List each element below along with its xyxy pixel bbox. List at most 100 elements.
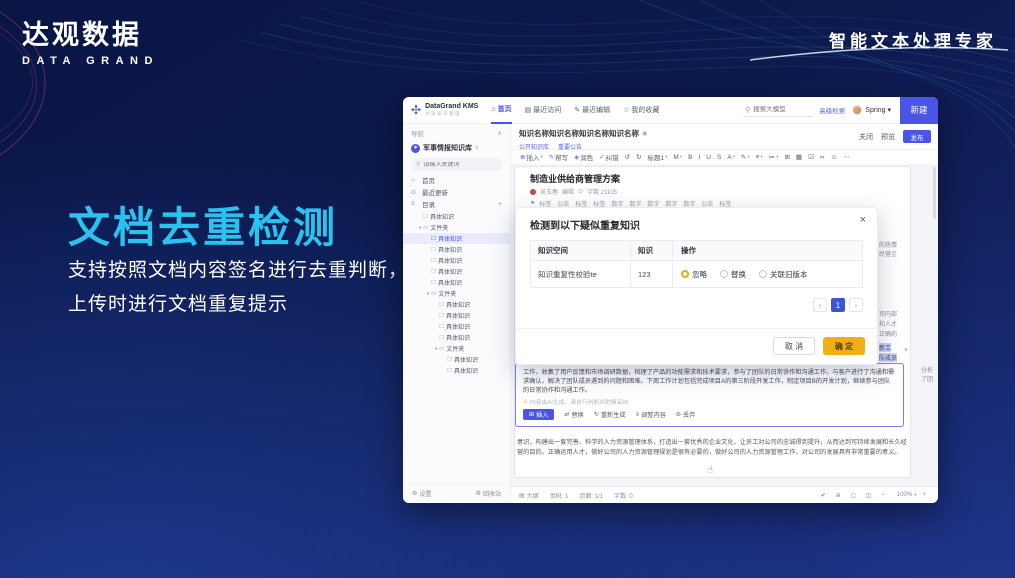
ai-regenerate-button[interactable]: ↻ 重新生成 <box>594 410 626 419</box>
side-recent-updates[interactable]: ⊙ 最近更新 <box>403 186 510 198</box>
panel-close-icon[interactable]: × <box>904 347 908 354</box>
print-icon[interactable]: ⊕ <box>836 492 845 499</box>
emoji-icon[interactable]: ☺ <box>831 154 838 161</box>
tree-item[interactable]: 具体知识 <box>403 310 510 321</box>
strikethrough-icon[interactable]: S <box>717 154 721 161</box>
redo-icon[interactable]: ↻ <box>636 153 641 161</box>
advanced-search-link[interactable]: 高级检索 <box>819 105 845 115</box>
create-new-button[interactable]: 新建 <box>900 97 938 124</box>
confirm-button[interactable]: 确 定 <box>823 337 865 355</box>
sidebar-menu: ⌂ 首页 ⊙ 最近更新 ≡ 目录 + <box>403 174 510 210</box>
settings-button[interactable]: ⚙ 设置 <box>412 489 431 498</box>
tree-node-icon <box>431 247 436 253</box>
page-count[interactable]: 页面: 1/1 <box>577 491 603 500</box>
ai-write-button[interactable]: ✎ 帮写 <box>549 152 568 162</box>
proofread-button[interactable]: ✓ 纠错 <box>599 152 618 162</box>
heading-select[interactable]: 标题1 ▾ <box>648 152 668 162</box>
prev-page-button[interactable]: ‹ <box>813 298 827 312</box>
next-page-button[interactable]: › <box>849 298 863 312</box>
action-radio[interactable]: 替换 <box>720 269 746 280</box>
checkbox-icon[interactable]: ☑ <box>808 153 814 161</box>
recycle-bin-button[interactable]: ♻ 回收站 <box>476 489 501 498</box>
bullet-list-icon[interactable]: ≡ ▾ <box>756 154 763 161</box>
table-icon[interactable]: ⊞ <box>784 153 789 161</box>
bold-icon[interactable]: B <box>688 154 692 161</box>
tree-item[interactable]: 具体知识 <box>403 211 510 222</box>
cancel-button[interactable]: 取 消 <box>773 337 815 355</box>
document-actions: 关闭 预览 发布 <box>859 130 931 143</box>
highlight-icon[interactable]: ✎ ▾ <box>741 153 750 161</box>
page-number[interactable]: 页码: 1 <box>548 491 569 500</box>
font-color-icon[interactable]: A ▾ <box>727 154 735 161</box>
datagrand-logo: 达观数据 DATA GRAND <box>22 13 159 67</box>
tree-item[interactable]: 具体知识 <box>403 244 510 255</box>
tree-item[interactable]: 文件夹 <box>403 288 510 299</box>
highlighted-text: 队成员 <box>879 353 898 362</box>
ai-insert-button[interactable]: ⊞ 插入 <box>523 409 555 420</box>
collapse-sidebar-icon[interactable]: ∧ <box>497 129 502 137</box>
global-search-input[interactable] <box>753 106 812 113</box>
nav-favorites[interactable]: ☆ 我的收藏 <box>623 97 659 124</box>
page-1-button[interactable]: 1 <box>831 298 845 312</box>
sidebar-header: 导航 ∧ <box>403 124 510 140</box>
tree-node-icon <box>439 313 444 319</box>
global-search: ⚲ <box>743 104 814 117</box>
ai-adjust-button[interactable]: ≡ 调整内容 <box>636 410 666 420</box>
add-icon[interactable]: + <box>498 201 502 208</box>
save-status-icon[interactable]: ✔ <box>821 492 830 499</box>
tree-item[interactable]: 具体知识 <box>403 332 510 343</box>
fit-width-icon[interactable]: ◻ <box>851 492 860 499</box>
sidebar-search-input[interactable] <box>423 161 494 168</box>
tree-item[interactable]: 具体知识 <box>403 266 510 277</box>
preview-button[interactable]: 预览 <box>881 132 895 142</box>
image-icon[interactable]: ▦ <box>796 153 802 161</box>
tree-item[interactable]: 文件夹 <box>403 343 510 354</box>
tree-item[interactable]: 具体知识 <box>403 354 510 365</box>
link-icon[interactable]: ∞ <box>820 154 825 161</box>
knowledge-base-switcher[interactable]: ❖ 军事情报知识库 ∨ <box>403 140 510 156</box>
clipped-text: 和人才 <box>879 322 898 328</box>
scrollbar[interactable] <box>933 167 936 219</box>
outline-toggle[interactable]: ▤ 大纲 <box>519 491 539 500</box>
underline-icon[interactable]: U <box>706 154 711 161</box>
word-count[interactable]: 字数: 0 <box>612 491 633 500</box>
polish-button[interactable]: ◈ 润色 <box>574 152 593 162</box>
tree-item[interactable]: 具体知识 <box>403 255 510 266</box>
search-icon: ⚲ <box>416 162 421 168</box>
publish-button[interactable]: 发布 <box>903 130 931 143</box>
ordered-list-icon[interactable]: ≔ ▾ <box>769 153 779 161</box>
zoom-in-icon[interactable]: + <box>922 492 930 498</box>
close-doc-button[interactable]: 关闭 <box>859 132 873 142</box>
nav-recent-visits[interactable]: ▤ 最近访问 <box>525 97 562 124</box>
nav-recent-edits[interactable]: ✎ 最近编辑 <box>574 97 610 124</box>
ai-discard-button[interactable]: ⊘ 丢弃 <box>676 410 695 419</box>
nav-home[interactable]: ⌂ 首页 <box>491 97 512 124</box>
clipped-text: 的热情 <box>879 243 898 249</box>
font-size-select[interactable]: M ▾ <box>673 154 682 161</box>
tree-item[interactable]: 具体知识 <box>403 277 510 288</box>
action-radio[interactable]: 忽略 <box>681 269 707 280</box>
fit-page-icon[interactable]: ◫ <box>866 492 876 499</box>
side-catalog[interactable]: ≡ 目录 + <box>403 198 510 210</box>
document-meta: 吴玉春 编辑 ⊙ 字数 21105 <box>530 187 617 196</box>
zoom-level[interactable]: 100% ▾ <box>895 492 917 498</box>
zoom-out-icon[interactable]: − <box>881 492 889 498</box>
tree-item[interactable]: 文件夹 <box>403 222 510 233</box>
user-avatar[interactable] <box>852 105 863 115</box>
tree-item[interactable]: 具体知识 <box>403 233 510 244</box>
tree-item[interactable]: 具体知识 <box>403 299 510 310</box>
tree-item[interactable]: 具体知识 <box>403 365 510 376</box>
side-home[interactable]: ⌂ 首页 <box>403 174 510 186</box>
close-icon[interactable]: × <box>860 214 866 226</box>
insert-menu[interactable]: ⊕ 插入 ▾ <box>520 152 543 162</box>
statusbar-left: ▤ 大纲 页码: 1 页面: 1/1 字数: 0 <box>519 491 633 500</box>
action-radio[interactable]: 关联旧版本 <box>759 269 808 280</box>
feature-description: 支持按照文档内容签名进行去重判断，上传时进行文档重复提示 <box>68 260 409 315</box>
author-avatar <box>530 188 536 195</box>
tree-item[interactable]: 具体知识 <box>403 321 510 332</box>
undo-icon[interactable]: ↺ <box>625 153 630 161</box>
more-icon[interactable]: ⋯ <box>843 153 850 161</box>
user-menu[interactable]: Spring ▾ <box>865 106 891 114</box>
italic-icon[interactable]: I <box>698 154 700 161</box>
ai-replace-button[interactable]: ⇄ 替换 <box>564 410 583 419</box>
